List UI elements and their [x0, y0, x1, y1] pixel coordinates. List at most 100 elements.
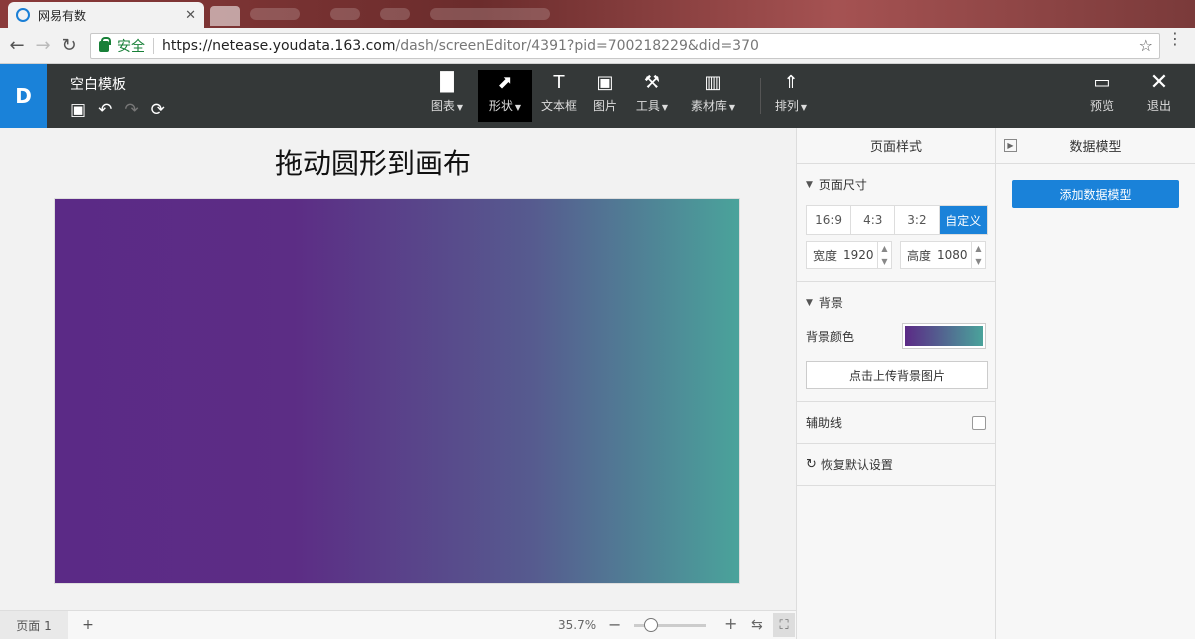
refresh-icon[interactable]: ⟳ — [151, 100, 165, 120]
tool-label: 图片 — [592, 99, 617, 113]
zoom-slider[interactable] — [634, 618, 706, 632]
zoom-level: 35.7% — [558, 618, 597, 632]
fit-screen-icon[interactable]: ⛶ — [773, 613, 795, 637]
zoom-slider-handle[interactable] — [644, 618, 658, 632]
page-bar: 页面 1 + 35.7% − + ⇆ ⛶ — [0, 610, 796, 639]
guides-label: 辅助线 — [806, 416, 843, 430]
browser-menu-icon[interactable]: ⋮ — [1167, 31, 1183, 47]
forward-icon[interactable]: → — [30, 35, 56, 56]
width-label: 宽度 — [813, 248, 838, 263]
url-input[interactable]: 安全 https://netease.youdata.163.com/dash/… — [90, 33, 1160, 59]
background-title: 背景 — [818, 296, 843, 310]
height-label: 高度 — [907, 248, 932, 263]
add-data-model-button[interactable]: 添加数据模型 — [1012, 180, 1179, 208]
blurred-bookmark — [250, 8, 300, 20]
page-size-section: ▼ 页面尺寸 16:9 4:3 3:2 自定义 宽度 1920 ▲ ▼ 高度 10… — [797, 164, 995, 282]
data-model-header: ▶ 数据模型 — [996, 128, 1195, 164]
close-icon: ✕ — [1149, 70, 1169, 95]
caret-down-icon: ▼ — [456, 103, 464, 112]
exit-button[interactable]: ✕ 退出 — [1142, 70, 1176, 122]
url-divider — [153, 38, 154, 54]
ratio-16-9[interactable]: 16:9 — [807, 206, 852, 234]
caret-down-icon: ▼ — [514, 103, 522, 112]
address-bar-row: ← → ↻ 安全 https://netease.youdata.163.com… — [0, 28, 1195, 64]
width-field[interactable]: 宽度 1920 ▲ ▼ — [806, 241, 892, 269]
exit-label: 退出 — [1146, 99, 1171, 113]
reset-defaults-button[interactable]: ↻ 恢复默认设置 — [806, 456, 986, 473]
dashboard-canvas[interactable] — [54, 198, 740, 584]
image-button[interactable]: ▣ 图片 — [588, 70, 622, 122]
image-icon: ▣ — [596, 72, 614, 93]
preview-button[interactable]: ▭ 预览 — [1084, 70, 1120, 122]
ratio-3-2[interactable]: 3:2 — [895, 206, 940, 234]
arrange-menu-button[interactable]: ⇑ 排列 ▼ — [768, 70, 814, 122]
add-page-button[interactable]: + — [68, 617, 108, 633]
reset-label: 恢复默认设置 — [820, 458, 893, 472]
height-stepper[interactable]: ▲ ▼ — [971, 242, 985, 268]
tool-menu-button[interactable]: ⚒ 工具 ▼ — [630, 70, 674, 122]
caret-down-icon: ▼ — [800, 103, 808, 112]
ratio-4-3[interactable]: 4:3 — [851, 206, 896, 234]
chevron-down-icon: ▼ — [806, 297, 813, 308]
blurred-bookmark — [430, 8, 550, 20]
reload-icon[interactable]: ↻ — [56, 35, 82, 56]
textbox-button[interactable]: T 文本框 — [538, 70, 580, 122]
lock-icon — [99, 36, 111, 52]
gradient-swatch — [905, 326, 983, 346]
youdata-logo-icon[interactable]: D — [0, 64, 47, 128]
toolbar-divider — [760, 78, 761, 114]
ratio-custom[interactable]: 自定义 — [939, 206, 987, 234]
redo-icon[interactable]: ↷ — [124, 100, 138, 120]
arrange-icon: ⇑ — [783, 72, 799, 93]
tool-label: 排列 — [774, 99, 799, 113]
document-actions: ▣ ↶ ↷ ⟳ — [70, 100, 165, 120]
fit-width-icon[interactable]: ⇆ — [751, 617, 763, 633]
guides-section: 辅助线 — [797, 402, 995, 444]
page-tab[interactable]: 页面 1 — [0, 610, 68, 639]
tool-label: 文本框 — [540, 99, 577, 113]
chevron-down-icon[interactable]: ▼ — [881, 257, 887, 266]
background-color-row: 背景颜色 — [806, 323, 986, 349]
browser-tab-title: 网易有数 — [38, 8, 87, 23]
chevron-up-icon[interactable]: ▲ — [881, 244, 887, 253]
width-stepper[interactable]: ▲ ▼ — [877, 242, 891, 268]
shape-icon: ⬈ — [497, 72, 513, 93]
ratio-selector: 16:9 4:3 3:2 自定义 — [806, 205, 988, 235]
caret-down-icon: ▼ — [661, 103, 669, 112]
document-title: 空白模板 — [70, 77, 126, 93]
material-menu-button[interactable]: ▥ 素材库 ▼ — [684, 70, 742, 122]
chevron-down-icon[interactable]: ▼ — [975, 257, 981, 266]
page-style-panel: 页面样式 ▼ 页面尺寸 16:9 4:3 3:2 自定义 宽度 1920 ▲ ▼ … — [796, 128, 996, 639]
guides-checkbox[interactable] — [972, 415, 986, 430]
collapse-panel-icon[interactable]: ▶ — [1004, 139, 1017, 152]
zoom-in-button[interactable]: + — [724, 614, 737, 633]
tool-label: 工具 — [635, 99, 660, 113]
bookmark-star-icon[interactable]: ☆ — [1139, 36, 1153, 55]
browser-tab[interactable]: 网易有数 ✕ — [8, 2, 204, 28]
upload-background-button[interactable]: 点击上传背景图片 — [806, 361, 988, 389]
chevron-up-icon[interactable]: ▲ — [975, 244, 981, 253]
page-size-toggle[interactable]: ▼ 页面尺寸 — [806, 176, 986, 193]
bar-chart-icon: ▐▌ — [433, 72, 461, 93]
page-size-title: 页面尺寸 — [818, 178, 867, 192]
close-tab-icon[interactable]: ✕ — [185, 8, 196, 23]
youdata-favicon-icon — [16, 8, 30, 22]
page-style-header[interactable]: 页面样式 — [797, 128, 995, 164]
shape-menu-button[interactable]: ⬈ 形状 ▼ — [478, 70, 532, 122]
monitor-icon: ▭ — [1093, 72, 1111, 93]
tool-label: 图表 — [430, 99, 455, 113]
height-field[interactable]: 高度 1080 ▲ ▼ — [900, 241, 986, 269]
tool-label: 形状 — [488, 99, 513, 113]
save-icon[interactable]: ▣ — [70, 100, 86, 120]
background-toggle[interactable]: ▼ 背景 — [806, 294, 986, 311]
back-icon[interactable]: ← — [4, 35, 30, 56]
chart-menu-button[interactable]: ▐▌ 图表 ▼ — [424, 70, 470, 122]
background-color-picker[interactable] — [902, 323, 986, 349]
guides-row: 辅助线 — [806, 414, 986, 431]
url-host: https://netease.youdata.163.com — [162, 38, 396, 54]
blurred-bookmark — [330, 8, 360, 20]
zoom-out-button[interactable]: − — [608, 615, 621, 634]
background-section: ▼ 背景 背景颜色 点击上传背景图片 — [797, 282, 995, 402]
new-tab-button[interactable] — [210, 6, 240, 26]
undo-icon[interactable]: ↶ — [98, 100, 112, 120]
